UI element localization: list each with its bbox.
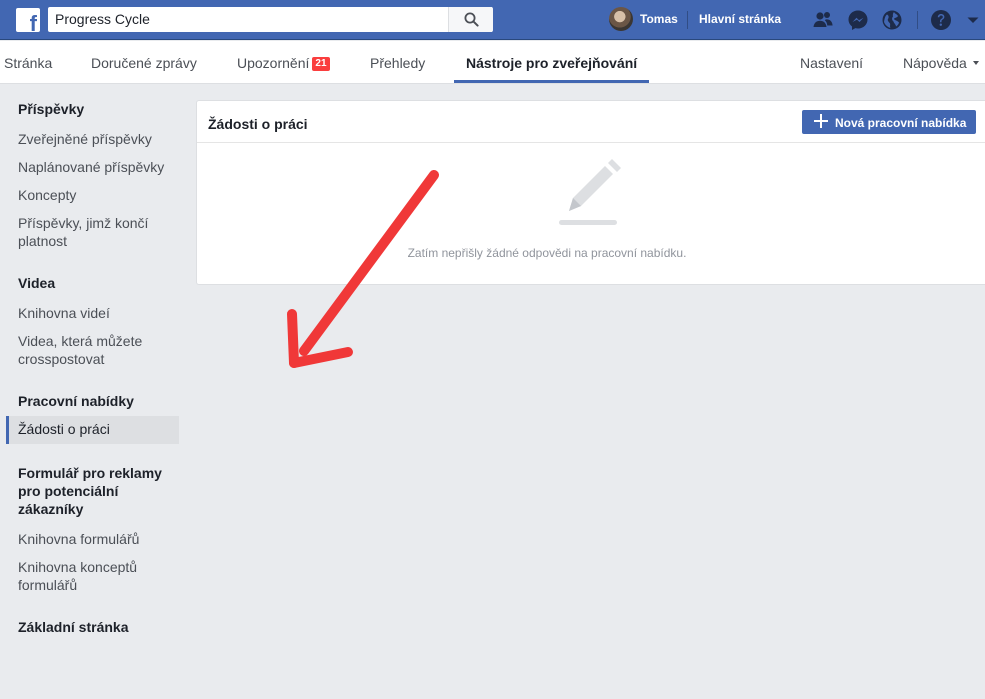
help-icon[interactable] [929, 8, 953, 32]
sidebar-item-label: Žádosti o práci [18, 421, 110, 437]
active-tab-indicator [454, 80, 649, 83]
panel-header: Žádosti o práci Nová pracovní nabídka [197, 101, 985, 143]
search-button[interactable] [448, 7, 493, 32]
divider [917, 11, 918, 29]
sidebar-item-draft-forms-library[interactable]: Knihovna konceptů formulářů [18, 558, 173, 594]
tab-publishing-tools[interactable]: Nástroje pro zveřejňování [466, 55, 637, 71]
tab-help[interactable]: Nápověda [903, 55, 979, 71]
new-job-posting-button[interactable]: Nová pracovní nabídka [802, 110, 976, 134]
panel-title: Žádosti o práci [208, 116, 308, 132]
sidebar-item-published-posts[interactable]: Zveřejněné příspěvky [18, 130, 173, 148]
sidebar-item-scheduled-posts[interactable]: Naplánované příspěvky [18, 158, 173, 176]
sidebar-item-video-library[interactable]: Knihovna videí [18, 304, 173, 322]
messenger-icon[interactable] [846, 8, 870, 32]
sidebar-section-lead-ads-forms: Formulář pro reklamy pro potenciální zák… [18, 465, 162, 517]
account-menu-chevron-down-icon[interactable] [961, 8, 985, 32]
tab-notifications[interactable]: Upozornění 21 [237, 55, 330, 71]
sidebar-item-drafts[interactable]: Koncepty [18, 186, 173, 204]
divider [687, 11, 688, 29]
avatar[interactable] [609, 7, 633, 31]
tab-settings[interactable]: Nastavení [800, 55, 863, 71]
user-name-link[interactable]: Tomas [640, 12, 678, 26]
home-link[interactable]: Hlavní stránka [699, 12, 781, 26]
top-bar: f Progress Cycle Tomas Hlavní stránka [0, 0, 985, 40]
friends-icon[interactable] [811, 8, 835, 32]
sidebar-item-job-applications[interactable]: Žádosti o práci [6, 416, 179, 444]
search-icon [464, 12, 479, 27]
search-input-value: Progress Cycle [55, 11, 150, 27]
new-job-posting-label: Nová pracovní nabídka [835, 116, 967, 130]
chevron-down-icon [972, 61, 979, 65]
sidebar-section-posts: Příspěvky [18, 101, 85, 117]
pencil-icon [559, 159, 621, 225]
page-navigation: Stránka Doručené zprávy Upozornění 21 Pře… [0, 41, 985, 84]
tab-inbox[interactable]: Doručené zprávy [91, 55, 197, 71]
tab-insights[interactable]: Přehledy [370, 55, 425, 71]
plus-icon [814, 114, 828, 128]
sidebar-item-forms-library[interactable]: Knihovna formulářů [18, 530, 173, 548]
annotation-arrow-icon [287, 170, 439, 368]
sidebar-item-expiring-posts[interactable]: Příspěvky, jimž končí platnost [18, 214, 173, 250]
notification-count-badge: 21 [312, 57, 330, 71]
sidebar-section-basic-page[interactable]: Základní stránka [18, 618, 178, 636]
sidebar-item-crosspost-videos[interactable]: Videa, která můžete crosspostovat [18, 332, 173, 368]
tab-help-label: Nápověda [903, 55, 967, 71]
facebook-logo-icon[interactable]: f [16, 8, 40, 35]
sidebar-section-videos: Videa [18, 275, 56, 291]
tab-notifications-label: Upozornění [237, 55, 310, 71]
tab-page[interactable]: Stránka [4, 55, 52, 71]
globe-icon[interactable] [880, 8, 904, 32]
sidebar-section-jobs: Pracovní nabídky [18, 393, 134, 409]
search-input[interactable]: Progress Cycle [48, 7, 492, 32]
